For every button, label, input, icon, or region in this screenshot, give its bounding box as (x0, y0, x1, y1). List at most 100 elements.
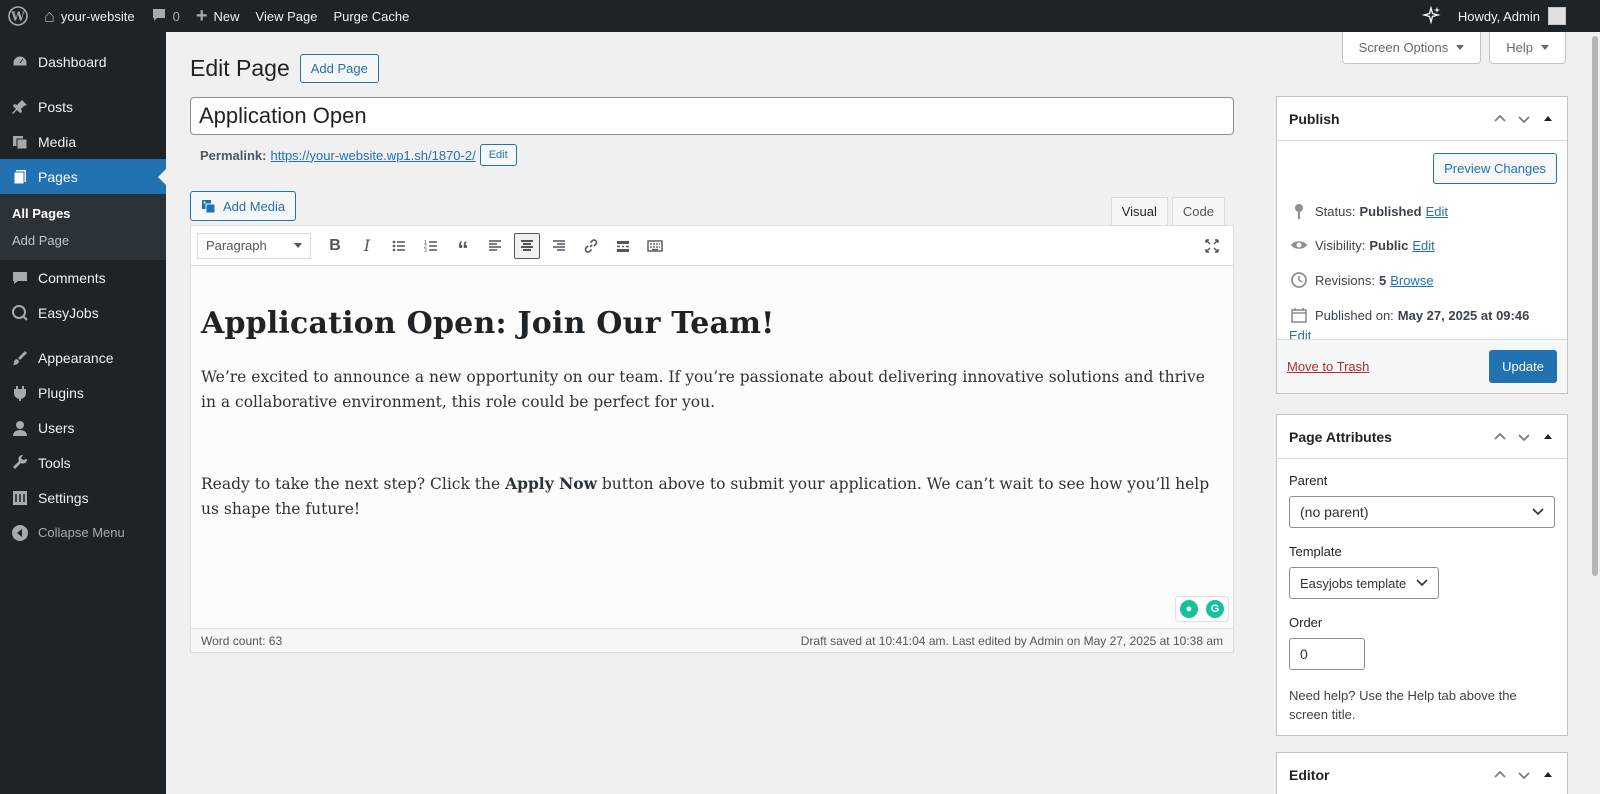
publish-box-title: Publish (1289, 110, 1340, 127)
order-input-value: 0 (1300, 646, 1308, 662)
post-title-input[interactable]: Application Open (190, 97, 1234, 135)
grammarly-widget[interactable]: ● G (1175, 596, 1229, 622)
publish-box-header: Publish (1277, 97, 1567, 141)
screen-meta-links: Screen Options Help (1341, 32, 1566, 64)
sidebar-item-dashboard[interactable]: Dashboard (0, 44, 166, 79)
status-edit-link[interactable]: Edit (1426, 204, 1448, 219)
purge-cache-link[interactable]: Purge Cache (325, 0, 417, 32)
page-scrollbar-thumb[interactable] (1592, 36, 1598, 576)
chevron-up-icon[interactable] (1493, 430, 1507, 444)
add-page-button[interactable]: Add Page (299, 54, 379, 83)
editor-toolbar: Paragraph B I 123 “ (191, 226, 1233, 266)
content-paragraph-1: We’re excited to announce a new opportun… (201, 368, 1205, 411)
bullet-list-button[interactable] (386, 233, 412, 259)
pin-icon (1289, 203, 1309, 219)
read-more-icon (617, 240, 629, 252)
sidebar-item-label: Posts (38, 98, 74, 115)
wordpress-logo[interactable]: W (0, 0, 36, 32)
new-content-link[interactable]: + New (188, 0, 248, 32)
align-right-button[interactable] (546, 233, 572, 259)
chevron-up-icon[interactable] (1493, 768, 1507, 782)
lightbulb-icon: ● (1180, 600, 1198, 618)
keyboard-icon (647, 239, 663, 252)
view-page-link[interactable]: View Page (248, 0, 326, 32)
chevron-down-icon (1416, 579, 1428, 587)
chevron-down-icon[interactable] (1517, 768, 1531, 782)
publish-date-row: Published on: May 27, 2025 at 09:46 (1277, 298, 1567, 328)
submenu-all-pages[interactable]: All Pages (0, 200, 166, 227)
home-icon: ⌂ (44, 6, 55, 26)
align-center-icon (521, 239, 533, 251)
template-select[interactable]: Easyjobs template (1289, 567, 1439, 599)
sidebar-item-label: Users (38, 419, 75, 436)
my-account[interactable]: Howdy, Admin (1450, 0, 1600, 32)
site-name-link[interactable]: ⌂ your-website (36, 0, 143, 32)
visibility-label: Visibility: (1315, 237, 1366, 253)
collapse-icon (10, 523, 30, 543)
chevron-down-icon[interactable] (1517, 430, 1531, 444)
sidebar-item-users[interactable]: Users (0, 410, 166, 445)
help-button[interactable]: Help (1489, 32, 1566, 64)
dashboard-icon (10, 52, 30, 72)
sidebar-item-settings[interactable]: Settings (0, 480, 166, 515)
comments-link[interactable]: 0 (143, 0, 188, 32)
page-attributes-box: Page Attributes Parent (no parent) Templ… (1276, 414, 1568, 736)
main-content: Screen Options Help Edit Page Add Page A… (166, 32, 1600, 794)
permalink-edit-button[interactable]: Edit (479, 144, 517, 166)
published-on-value: May 27, 2025 at 09:46 (1397, 307, 1530, 323)
sidebar-item-label: Dashboard (38, 53, 107, 70)
parent-select[interactable]: (no parent) (1289, 496, 1555, 528)
svg-text:3: 3 (424, 248, 427, 254)
sidebar-item-easyjobs[interactable]: EasyJobs (0, 295, 166, 330)
content-editor: Paragraph B I 123 “ Application Open: Jo… (190, 225, 1234, 653)
page-title: Edit Page (190, 55, 290, 81)
parent-label: Parent (1289, 473, 1328, 488)
permalink-label: Permalink: (200, 147, 267, 163)
sidebar-item-pages[interactable]: Pages (0, 159, 166, 194)
sidebar-item-label: Appearance (38, 349, 114, 366)
add-media-button[interactable]: Add Media (190, 191, 297, 221)
sidebar-item-label: Comments (38, 269, 106, 286)
toggle-triangle-icon[interactable] (1541, 112, 1555, 126)
chevron-up-icon[interactable] (1493, 112, 1507, 126)
read-more-button[interactable] (610, 233, 636, 259)
sidebar-item-tools[interactable]: Tools (0, 445, 166, 480)
pages-icon (10, 167, 30, 187)
fullscreen-button[interactable] (1199, 233, 1225, 259)
format-select[interactable]: Paragraph (197, 232, 311, 259)
revisions-browse-link[interactable]: Browse (1390, 273, 1433, 288)
sidebar-item-comments[interactable]: Comments (0, 260, 166, 295)
tab-code[interactable]: Code (1171, 197, 1225, 225)
sidebar-item-media[interactable]: Media (0, 124, 166, 159)
sidebar-item-appearance[interactable]: Appearance (0, 340, 166, 375)
bold-button[interactable]: B (322, 233, 348, 259)
numbered-list-button[interactable]: 123 (418, 233, 444, 259)
update-button[interactable]: Update (1489, 350, 1557, 383)
screen-options-button[interactable]: Screen Options (1341, 32, 1482, 64)
sparkle-icon (1421, 6, 1441, 25)
toggle-triangle-icon[interactable] (1541, 430, 1555, 444)
visibility-edit-link[interactable]: Edit (1412, 238, 1434, 253)
align-left-button[interactable] (482, 233, 508, 259)
blockquote-button[interactable]: “ (450, 233, 476, 260)
toolbar-toggle-button[interactable] (642, 233, 668, 259)
tab-visual[interactable]: Visual (1110, 197, 1168, 225)
editor-content[interactable]: Application Open: Join Our Team! We’re e… (191, 266, 1233, 629)
ai-sparkle-button[interactable] (1414, 0, 1450, 32)
submenu-add-page[interactable]: Add Page (0, 227, 166, 254)
preview-changes-button[interactable]: Preview Changes (1433, 153, 1557, 184)
permalink-url[interactable]: https://your-website.wp1.sh/1870-2/ (270, 148, 475, 163)
order-input[interactable]: 0 (1289, 638, 1365, 670)
toggle-triangle-icon[interactable] (1541, 768, 1555, 782)
move-to-trash-link[interactable]: Move to Trash (1287, 359, 1369, 374)
collapse-menu-button[interactable]: Collapse Menu (0, 515, 166, 550)
order-label: Order (1289, 615, 1323, 630)
align-center-button[interactable] (514, 232, 540, 259)
sidebar-item-posts[interactable]: Posts (0, 89, 166, 124)
sidebar-item-plugins[interactable]: Plugins (0, 375, 166, 410)
template-select-value: Easyjobs template (1300, 575, 1407, 591)
insert-link-button[interactable] (578, 233, 604, 259)
italic-button[interactable]: I (354, 233, 380, 259)
revisions-value: 5 (1378, 272, 1387, 288)
chevron-down-icon[interactable] (1517, 112, 1531, 126)
